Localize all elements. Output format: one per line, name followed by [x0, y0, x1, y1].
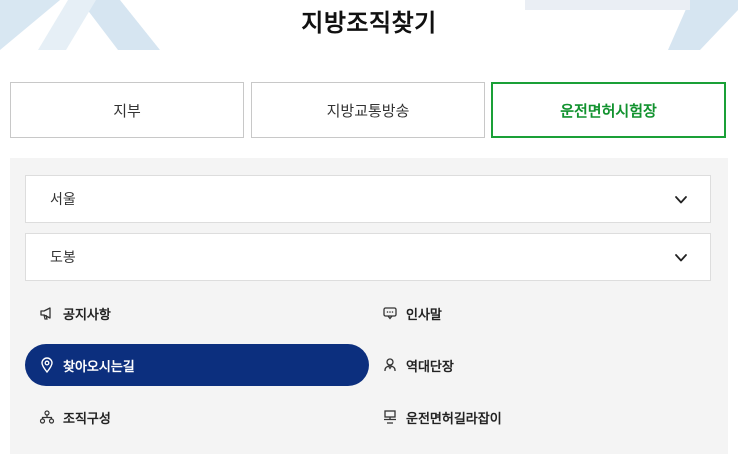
speech-bubble-icon	[382, 305, 398, 321]
menu-item-organization[interactable]: 조직구성	[39, 396, 111, 438]
region-select[interactable]: 서울	[25, 175, 711, 223]
menu-item-label: 공지사항	[63, 307, 111, 323]
location-panel: 서울 도봉 공지사항 인사말 찾아오시는길 역대단장 조직구성 운전면허길라잡이	[10, 158, 728, 454]
tab-driving-test-center[interactable]: 운전면허시험장	[491, 82, 726, 138]
menu-item-license-guide[interactable]: 운전면허길라잡이	[382, 396, 502, 438]
organization-type-tabs: 지부 지방교통방송 운전면허시험장	[10, 82, 726, 138]
menu-item-label: 조직구성	[63, 411, 111, 427]
book-icon	[382, 409, 398, 425]
menu-item-label: 찾아오시는길	[63, 359, 135, 375]
chevron-down-icon	[675, 254, 687, 262]
tab-regional-broadcast[interactable]: 지방교통방송	[251, 82, 485, 138]
tab-branch[interactable]: 지부	[10, 82, 244, 138]
menu-item-label: 역대단장	[406, 359, 454, 375]
map-pin-icon	[39, 357, 55, 373]
menu-item-label: 운전면허길라잡이	[406, 411, 502, 427]
region-select-value: 서울	[50, 192, 76, 208]
org-chart-icon	[39, 409, 55, 425]
branch-select[interactable]: 도봉	[25, 233, 711, 281]
chevron-down-icon	[675, 196, 687, 204]
page-title: 지방조직찾기	[301, 9, 437, 37]
menu-item-history-heads[interactable]: 역대단장	[382, 344, 454, 386]
branch-select-value: 도봉	[50, 250, 76, 266]
megaphone-icon	[39, 305, 55, 321]
menu-item-label: 인사말	[406, 307, 442, 323]
menu-item-directions[interactable]: 찾아오시는길	[25, 344, 369, 386]
person-icon	[382, 357, 398, 373]
menu-item-greeting[interactable]: 인사말	[382, 292, 442, 334]
menu-item-notice[interactable]: 공지사항	[39, 292, 111, 334]
